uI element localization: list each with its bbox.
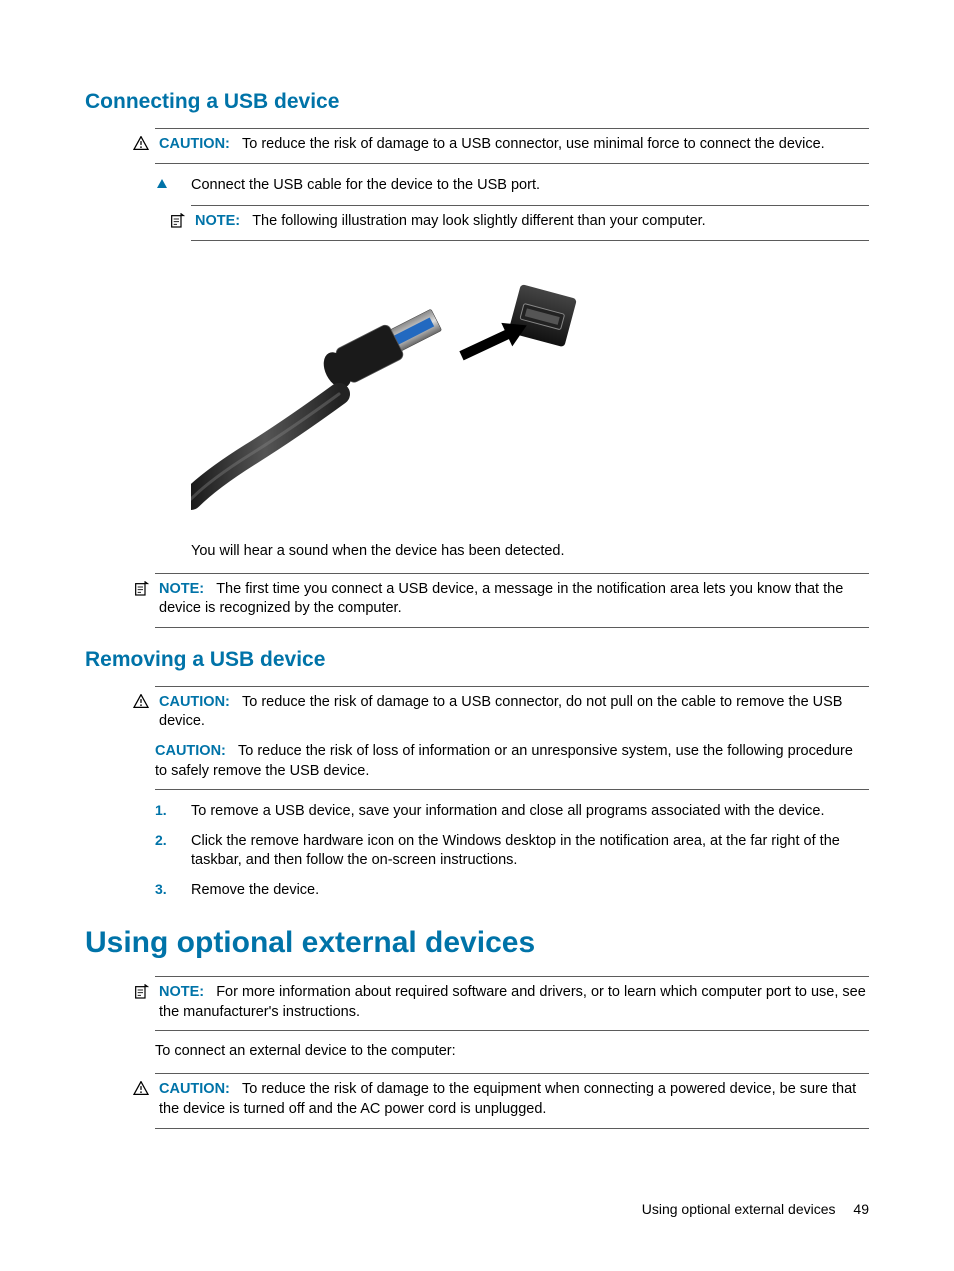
usb-cable-illustration [191,259,611,519]
step-text: Remove the device. [191,881,319,901]
after-image-text: You will hear a sound when the device ha… [191,543,869,559]
warning-icon [133,135,151,150]
step-1-remove: 1. To remove a USB device, save your inf… [155,802,869,822]
note-text: NOTE: The first time you connect a USB d… [159,580,869,619]
step-number: 2. [155,832,169,848]
footer-text: Using optional external devices [642,1201,836,1217]
warning-icon [133,1080,151,1095]
page-footer: Using optional external devices 49 [642,1201,869,1217]
step-2-remove: 2. Click the remove hardware icon on the… [155,832,869,871]
note-icon [133,580,151,597]
caution-text-2: CAUTION: To reduce the risk of loss of i… [155,742,869,781]
caution-label: CAUTION: [155,743,226,759]
caution-text: CAUTION: To reduce the risk of damage to… [159,693,869,732]
step-number: 3. [155,881,169,897]
note-icon [133,983,151,1000]
note-callout-external: NOTE: For more information about require… [155,976,869,1031]
caution-text: CAUTION: To reduce the risk of damage to… [159,1080,869,1119]
step-text: To remove a USB device, save your inform… [191,802,824,822]
note-label: NOTE: [195,213,240,229]
step-number: 1. [155,802,169,818]
footer-page-number: 49 [853,1201,869,1217]
intro-connect-external: To connect an external device to the com… [155,1043,869,1059]
caution-label: CAUTION: [159,1081,230,1097]
note-label: NOTE: [159,984,204,1000]
heading-external-devices: Using optional external devices [85,926,869,960]
caution-label: CAUTION: [159,694,230,710]
note-icon [169,212,187,229]
caution-callout-remove: CAUTION: To reduce the risk of damage to… [155,686,869,790]
step-text: Connect the USB cable for the device to … [191,176,540,196]
caution-label: CAUTION: [159,136,230,152]
caution-callout-external: CAUTION: To reduce the risk of damage to… [155,1073,869,1128]
note-callout-illustration: NOTE: The following illustration may loo… [191,205,869,241]
triangle-bullet-icon [155,176,169,188]
note-callout-first-connect: NOTE: The first time you connect a USB d… [155,573,869,628]
note-label: NOTE: [159,581,204,597]
caution-callout: CAUTION: To reduce the risk of damage to… [155,128,869,164]
heading-connecting-usb: Connecting a USB device [85,90,869,114]
note-text: NOTE: For more information about require… [159,983,869,1022]
step-3-remove: 3. Remove the device. [155,881,869,901]
step-text: Click the remove hardware icon on the Wi… [191,832,869,871]
heading-removing-usb: Removing a USB device [85,648,869,672]
warning-icon [133,693,151,708]
caution-text: CAUTION: To reduce the risk of damage to… [159,135,825,155]
note-text: NOTE: The following illustration may loo… [195,212,706,232]
step-connect-cable: Connect the USB cable for the device to … [155,176,869,196]
